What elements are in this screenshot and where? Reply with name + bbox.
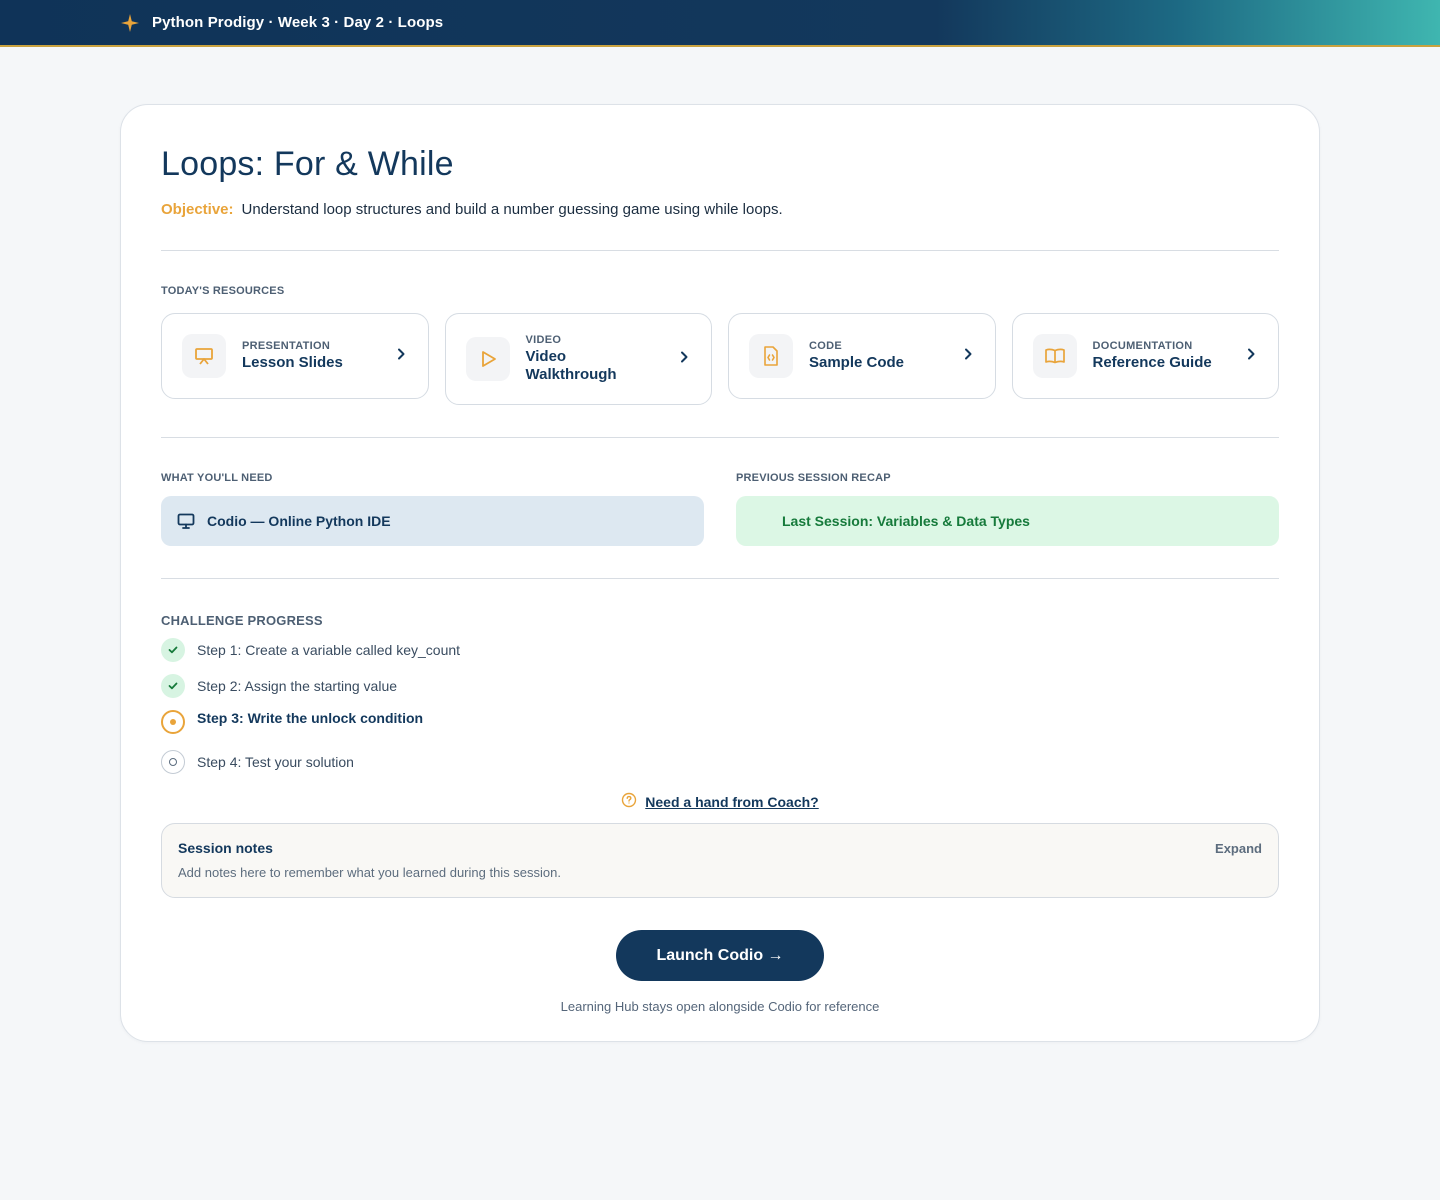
recap-text: Last Session: Variables & Data Types: [782, 513, 1030, 529]
step-text: Step 4: Test your solution: [197, 754, 354, 770]
chevron-right-icon: [963, 347, 973, 365]
session-notes[interactable]: Session notes Add notes here to remember…: [161, 823, 1279, 898]
needs-label: WHAT YOU'LL NEED: [161, 472, 273, 484]
coach-help-link[interactable]: Need a hand from Coach?: [645, 794, 818, 810]
objective-label: Objective:: [161, 201, 234, 218]
resource-name: Lesson Slides: [242, 354, 343, 371]
resource-kind: CODE: [809, 340, 842, 352]
resource-name: Video Walkthrough: [525, 348, 617, 383]
help-icon: [621, 792, 637, 811]
resource-name: Sample Code: [809, 354, 905, 371]
resource-reference-guide[interactable]: DOCUMENTATION Reference Guide: [1011, 313, 1279, 399]
check-icon: [161, 638, 185, 662]
step-item: Step 2: Assign the starting value: [161, 674, 1279, 698]
monitor-icon: [177, 513, 195, 529]
chevron-right-icon: [396, 347, 406, 365]
breadcrumb-title: Python Prodigy · Week 3 · Day 2 · Loops: [152, 14, 444, 31]
step-item: Step 4: Test your solution: [161, 750, 1279, 774]
recap-pill: Last Session: Variables & Data Types: [736, 496, 1279, 546]
step-text: Step 1: Create a variable called key_cou…: [197, 642, 461, 658]
resources-label: TODAY'S RESOURCES: [161, 285, 285, 297]
resource-kind: DOCUMENTATION: [1092, 340, 1193, 352]
chevron-right-icon: [1246, 347, 1256, 365]
resources-list: PRESENTATION Lesson Slides VIDEO Video W…: [161, 313, 1279, 405]
step-text: Step 2: Assign the starting value: [197, 678, 398, 694]
divider: [161, 437, 1279, 438]
tool-name: Codio — Online Python IDE: [207, 513, 391, 529]
play-icon: [465, 337, 510, 381]
progress-label: CHALLENGE PROGRESS: [161, 613, 323, 628]
needs-recap-row: WHAT YOU'LL NEED Codio — Online Python I…: [161, 472, 1279, 546]
expand-notes-button[interactable]: Expand: [1215, 841, 1262, 856]
codio-tool-pill[interactable]: Codio — Online Python IDE: [161, 496, 704, 546]
launch-codio-button[interactable]: Launch Codio →: [616, 930, 824, 981]
objective-text: Understand loop structures and build a n…: [241, 201, 783, 218]
resource-sample-code[interactable]: CODE Sample Code: [728, 313, 996, 399]
launch-hint: Learning Hub stays open alongside Codio …: [560, 999, 880, 1014]
step-text: Step 3: Write the unlock condition: [197, 710, 424, 726]
step-item: Step 1: Create a variable called key_cou…: [161, 638, 1279, 662]
recap-label: PREVIOUS SESSION RECAP: [736, 472, 891, 484]
divider: [161, 578, 1279, 579]
book-icon: [1032, 334, 1077, 378]
divider: [161, 250, 1279, 251]
objective: Objective: Understand loop structures an…: [161, 201, 1279, 218]
session-notes-input[interactable]: Add notes here to remember what you lear…: [178, 865, 1262, 880]
presentation-icon: [182, 334, 226, 378]
in-progress-icon: [161, 710, 185, 734]
pending-icon: [161, 750, 185, 774]
chevron-right-icon: [679, 350, 689, 368]
sparkle-icon: [120, 13, 140, 33]
resource-kind: PRESENTATION: [242, 340, 331, 352]
resource-video-walkthrough[interactable]: VIDEO Video Walkthrough: [444, 313, 712, 405]
top-bar: Python Prodigy · Week 3 · Day 2 · Loops: [0, 0, 1440, 47]
code-file-icon: [749, 334, 793, 378]
session-notes-title: Session notes: [178, 840, 273, 856]
step-item-current: Step 3: Write the unlock condition: [161, 710, 1279, 734]
check-icon: [161, 674, 185, 698]
resource-kind: VIDEO: [525, 334, 562, 346]
coach-help: Need a hand from Coach?: [161, 792, 1279, 811]
challenge-steps: Step 1: Create a variable called key_cou…: [161, 638, 1279, 774]
resource-lesson-slides[interactable]: PRESENTATION Lesson Slides: [161, 313, 429, 399]
page-title: Loops: For & While: [161, 145, 454, 183]
resource-name: Reference Guide: [1092, 354, 1212, 371]
lesson-card: Loops: For & While Objective: Understand…: [120, 104, 1320, 1042]
